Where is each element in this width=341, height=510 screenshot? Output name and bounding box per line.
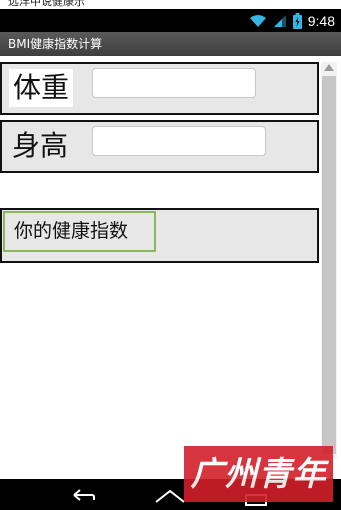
wifi-icon xyxy=(249,14,266,27)
height-row: 身高 xyxy=(0,120,319,173)
watermark-logo: 广州青年报 xyxy=(184,446,333,502)
result-row: 你的健康指数 xyxy=(0,208,319,263)
signal-icon xyxy=(273,14,286,27)
weight-row: 体重 xyxy=(0,62,319,115)
content-area: 体重 身高 你的健康指数 xyxy=(0,56,341,479)
height-input[interactable] xyxy=(92,126,266,156)
top-caption: 远洋中说健康示 xyxy=(0,0,341,9)
scroll-up-arrow-icon[interactable] xyxy=(324,64,334,71)
weight-label: 体重 xyxy=(9,69,74,107)
height-label: 身高 xyxy=(12,129,69,162)
status-time: 9:48 xyxy=(307,12,335,29)
back-button[interactable] xyxy=(62,483,102,507)
battery-icon xyxy=(292,12,302,29)
vertical-scrollbar[interactable] xyxy=(321,62,337,459)
scrollbar-thumb[interactable] xyxy=(322,76,336,454)
watermark-text: 广州青年报 xyxy=(190,454,327,493)
back-icon xyxy=(73,489,95,501)
app-title: BMI健康指数计算 xyxy=(0,32,341,56)
health-index-button[interactable]: 你的健康指数 xyxy=(3,211,156,252)
status-bar: 9:48 xyxy=(0,9,341,32)
status-icons: 9:48 xyxy=(249,11,335,30)
weight-input[interactable] xyxy=(92,68,256,98)
